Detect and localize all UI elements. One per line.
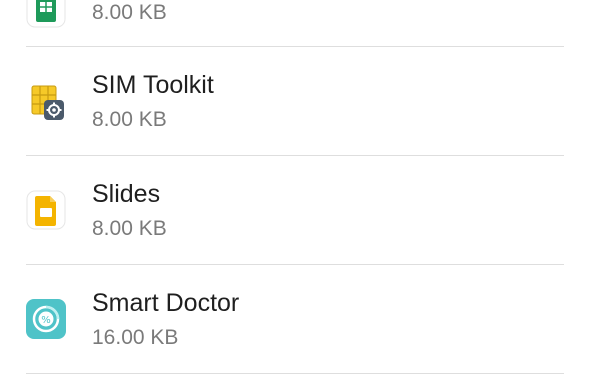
sim-toolkit-icon <box>26 83 66 123</box>
svg-text:%: % <box>41 315 51 326</box>
list-item[interactable]: % Smart Doctor 16.00 KB <box>0 265 590 373</box>
app-size: 8.00 KB <box>92 217 167 240</box>
app-storage-list: 8.00 KB SIM Toolkit 8.00 KB Slides 8.00 … <box>0 0 590 389</box>
app-size: 16.00 KB <box>92 326 179 349</box>
smart-doctor-icon: % <box>26 299 66 339</box>
list-item[interactable]: Slides 8.00 KB <box>0 156 590 264</box>
app-name: Slides <box>92 180 161 208</box>
app-name: SIM Toolkit <box>92 71 214 99</box>
app-size: 8.00 KB <box>92 108 167 131</box>
list-item[interactable]: SIM Toolkit 8.00 KB <box>0 47 590 155</box>
app-name: Smart Doctor <box>92 289 240 317</box>
divider <box>26 373 564 374</box>
sheets-icon <box>26 0 66 28</box>
app-size: 8.00 KB <box>92 1 167 24</box>
slides-icon <box>26 190 66 230</box>
list-item[interactable]: 8.00 KB <box>0 0 590 46</box>
